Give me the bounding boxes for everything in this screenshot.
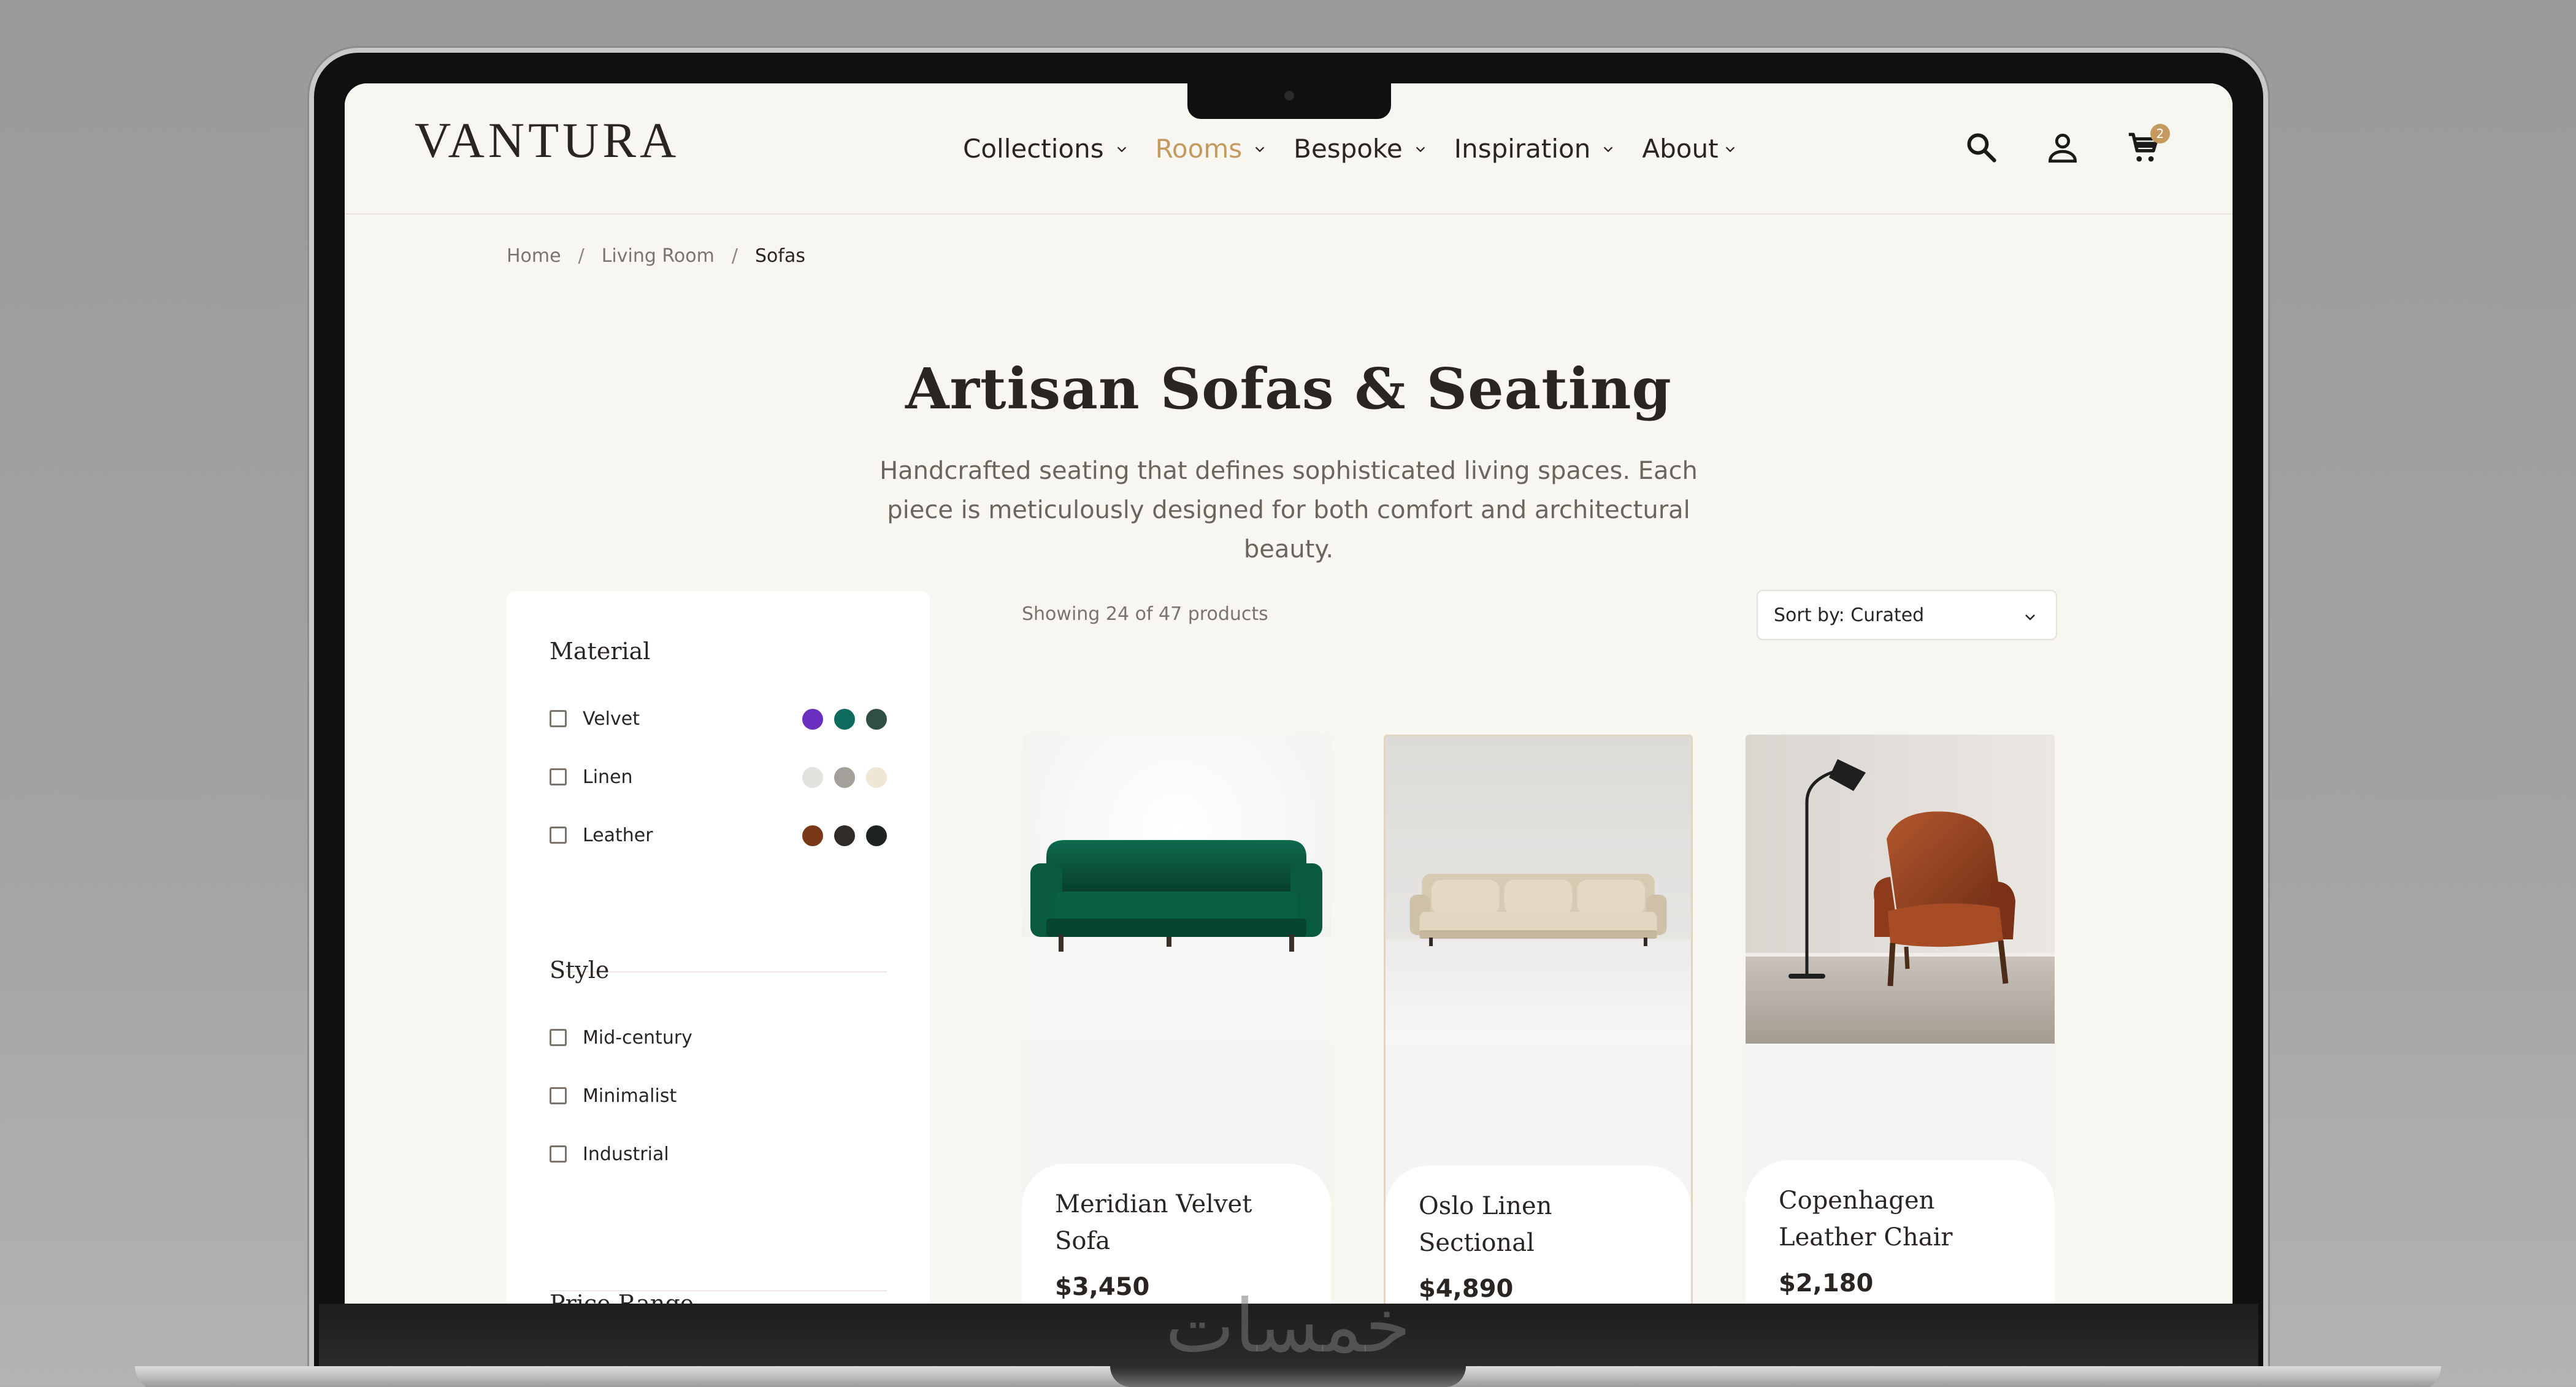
camera-icon: [1284, 91, 1294, 101]
swatch-charcoal[interactable]: [834, 825, 855, 846]
checkbox[interactable]: [550, 1029, 567, 1046]
product-info: Copenhagen Leather Chair $2,180: [1746, 1160, 2055, 1304]
checkbox[interactable]: [550, 1087, 567, 1104]
watermark-logo: خمسات: [1165, 1284, 1411, 1369]
main-nav: Collections Rooms Bespoke Inspiration Ab…: [963, 134, 1764, 164]
nav-rooms[interactable]: Rooms: [1156, 134, 1267, 164]
checkbox[interactable]: [550, 1145, 567, 1163]
filter-label: Minimalist: [583, 1085, 677, 1107]
product-card[interactable]: Oslo Linen Sectional $4,890: [1384, 735, 1693, 1304]
filter-title: Price Range: [550, 1290, 694, 1304]
checkbox[interactable]: [550, 710, 567, 727]
breadcrumb-living-room[interactable]: Living Room: [602, 245, 715, 267]
nav-label: Bespoke: [1294, 134, 1403, 164]
color-swatches: [802, 767, 887, 788]
filter-label: Velvet: [583, 708, 640, 730]
sort-label: Sort by: Curated: [1774, 604, 1925, 626]
color-swatches: [802, 825, 887, 846]
chevron-down-icon: [1416, 146, 1425, 152]
chevron-down-icon: [1255, 146, 1265, 152]
chevron-down-icon: [1604, 146, 1613, 152]
swatch-dark-green[interactable]: [866, 709, 887, 730]
product-card[interactable]: Copenhagen Leather Chair $2,180: [1746, 735, 2055, 1304]
nav-inspiration[interactable]: Inspiration: [1454, 134, 1616, 164]
filter-style-title-wrap: Style: [550, 957, 887, 984]
product-image-velvet-sofa[interactable]: [1022, 735, 1331, 1044]
nav-label: Collections: [963, 134, 1104, 164]
product-image-linen-sectional[interactable]: [1386, 736, 1691, 1045]
color-swatches: [802, 709, 887, 730]
product-price: $4,890: [1419, 1275, 1514, 1303]
filter-title: Style: [550, 957, 610, 984]
filter-group-price: Price Range: [550, 1290, 887, 1304]
filter-label: Leather: [583, 824, 653, 846]
nav-label: About: [1642, 134, 1719, 164]
filter-option-leather[interactable]: Leather: [550, 823, 887, 847]
page-description: Handcrafted seating that defines sophist…: [880, 457, 1698, 564]
filter-option-linen[interactable]: Linen: [550, 765, 887, 789]
checkbox[interactable]: [550, 768, 567, 785]
search-icon[interactable]: [1964, 130, 1999, 166]
breadcrumb: Home / Living Room / Sofas: [507, 245, 805, 267]
nav-about[interactable]: About: [1642, 134, 1736, 164]
filter-label: Industrial: [583, 1143, 669, 1165]
cart-count-badge: 2: [2150, 124, 2170, 143]
breadcrumb-separator: /: [731, 245, 738, 267]
filter-label: Linen: [583, 766, 633, 788]
filter-option-industrial[interactable]: Industrial: [550, 1142, 887, 1166]
swatch-black[interactable]: [866, 825, 887, 846]
filter-label: Mid-century: [583, 1026, 692, 1049]
account-icon[interactable]: [2045, 130, 2080, 166]
breadcrumb-current: Sofas: [754, 245, 805, 267]
swatch-light-grey[interactable]: [802, 767, 823, 788]
cart-icon[interactable]: 2: [2126, 124, 2170, 166]
product-card[interactable]: Meridian Velvet Sofa $3,450: [1022, 735, 1331, 1304]
product-info: Meridian Velvet Sofa $3,450: [1022, 1164, 1331, 1304]
breadcrumb-home[interactable]: Home: [507, 245, 561, 267]
results-count: Showing 24 of 47 products: [1022, 603, 1268, 625]
product-name[interactable]: Meridian Velvet Sofa: [1055, 1186, 1298, 1259]
swatch-purple[interactable]: [802, 709, 823, 730]
filter-option-minimalist[interactable]: Minimalist: [550, 1083, 887, 1108]
product-image-leather-chair[interactable]: [1746, 735, 2055, 1044]
chevron-down-icon: [2025, 614, 2035, 621]
nav-label: Inspiration: [1454, 134, 1591, 164]
product-info: Oslo Linen Sectional $4,890: [1386, 1166, 1691, 1304]
nav-collections[interactable]: Collections: [963, 134, 1129, 164]
laptop-hinge-notch: [1110, 1366, 1466, 1387]
swatch-cream[interactable]: [866, 767, 887, 788]
swatch-teal[interactable]: [834, 709, 855, 730]
filter-sidebar: Material Velvet Linen Leather Style Mid-…: [507, 591, 930, 1304]
brand-logo[interactable]: VANTURA: [415, 112, 680, 169]
filter-title: Material: [550, 638, 651, 665]
product-name[interactable]: Copenhagen Leather Chair: [1779, 1182, 1963, 1256]
checkbox[interactable]: [550, 827, 567, 844]
nav-bespoke[interactable]: Bespoke: [1294, 134, 1427, 164]
nav-label: Rooms: [1155, 134, 1243, 164]
filter-option-mid-century[interactable]: Mid-century: [550, 1025, 887, 1050]
breadcrumb-separator: /: [578, 245, 585, 267]
product-name[interactable]: Oslo Linen Sectional: [1419, 1188, 1658, 1261]
filter-group-material: Material: [550, 638, 887, 665]
swatch-grey[interactable]: [834, 767, 855, 788]
sort-dropdown[interactable]: Sort by: Curated: [1757, 590, 2057, 640]
filter-option-velvet[interactable]: Velvet: [550, 706, 887, 731]
swatch-brown[interactable]: [802, 825, 823, 846]
page-title: Artisan Sofas & Seating: [905, 356, 1672, 422]
header-actions: 2: [1964, 124, 2170, 166]
camera-notch: [1187, 81, 1391, 119]
chevron-down-icon: [1725, 146, 1735, 152]
browser-screen: VANTURA Collections Rooms Bespoke Inspir…: [345, 83, 2233, 1304]
product-price: $2,180: [1779, 1269, 1874, 1297]
chevron-down-icon: [1117, 146, 1126, 152]
